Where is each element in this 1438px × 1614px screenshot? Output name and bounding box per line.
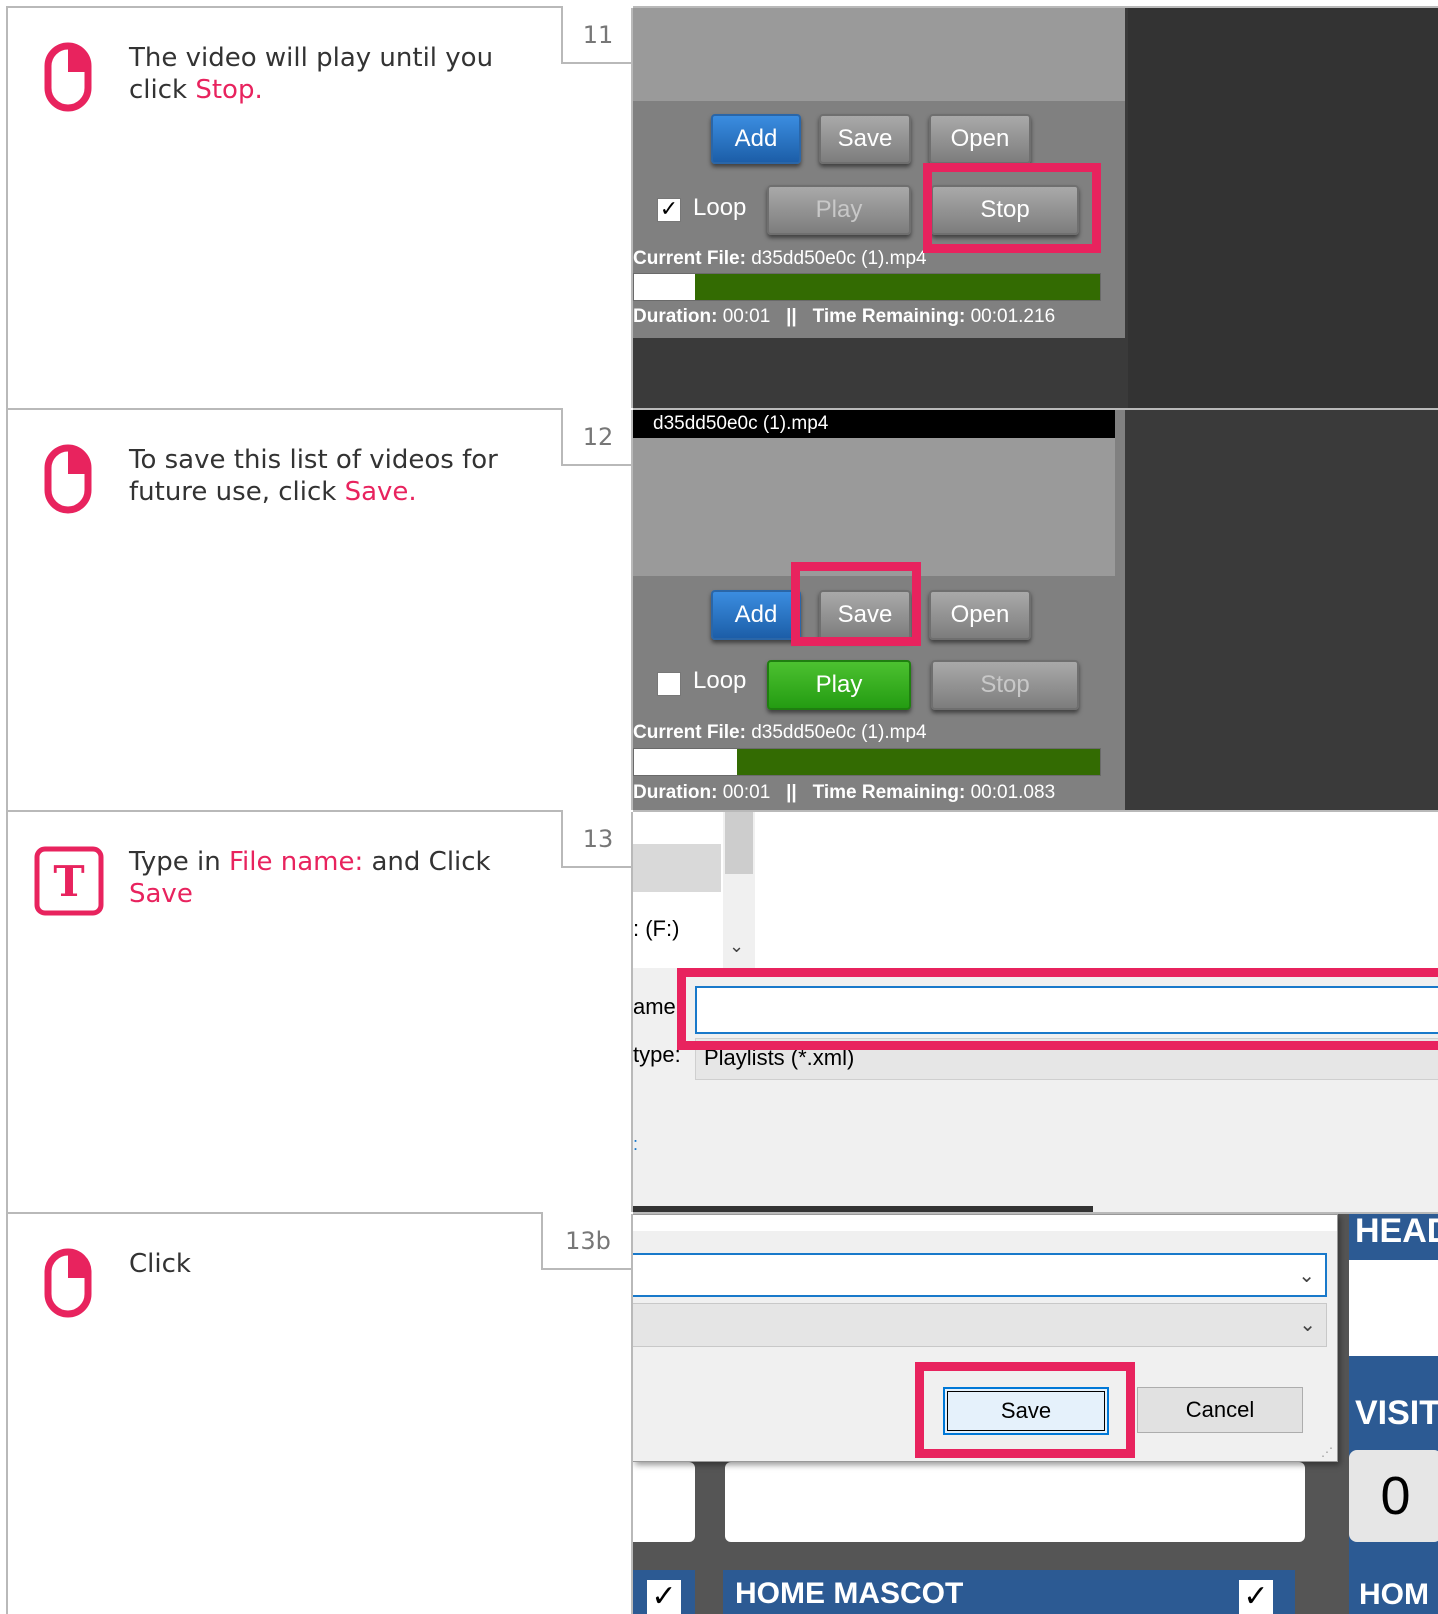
hide-folders-link[interactable]: : bbox=[633, 1134, 638, 1155]
highlight-box bbox=[791, 562, 921, 646]
progress-bar bbox=[633, 748, 1101, 776]
highlight-box bbox=[915, 1362, 1135, 1458]
nav-selected-item[interactable] bbox=[633, 844, 721, 892]
progress-fill bbox=[736, 749, 1100, 775]
step-description: Type in File name: and Click Save bbox=[129, 847, 491, 909]
duration-info: Duration: 00:01 || Time Remaining: 00:01… bbox=[633, 782, 1056, 803]
screenshot-player-panel: Add Save Open ✓ Loop Play Stop Current F… bbox=[631, 8, 1438, 410]
play-button[interactable]: Play bbox=[767, 185, 911, 235]
playlist-item[interactable]: d35dd50e0c (1).mp4 bbox=[633, 410, 1115, 438]
stop-button[interactable]: Stop bbox=[931, 660, 1079, 710]
scoreboard-column: HEAD VISIT 0 HOM bbox=[1349, 1214, 1438, 1614]
dialog-top bbox=[633, 1215, 1337, 1231]
open-button[interactable]: Open bbox=[929, 114, 1031, 164]
heading-fragment: HEAD bbox=[1355, 1214, 1438, 1250]
duration-info: Duration: 00:01 || Time Remaining: 00:01… bbox=[633, 306, 1056, 327]
score-box[interactable]: 0 bbox=[1349, 1450, 1438, 1542]
step-number: 13b bbox=[541, 1212, 633, 1270]
checkbox-icon[interactable]: ✓ bbox=[647, 1580, 681, 1614]
current-file-info: Current File: d35dd50e0c (1).mp4 bbox=[633, 722, 927, 743]
add-button[interactable]: Add bbox=[711, 590, 801, 640]
resize-grip-icon[interactable]: ⋰ bbox=[1321, 1445, 1333, 1459]
play-button[interactable]: Play bbox=[767, 660, 911, 710]
step-instruction: Click 13b bbox=[8, 1212, 633, 1614]
step-instruction: The video will play until you click Stop… bbox=[8, 6, 633, 410]
file-name-label: ame: bbox=[633, 994, 682, 1019]
step-number: 13 bbox=[561, 810, 633, 868]
highlight-box bbox=[923, 163, 1101, 253]
highlighted-term: Stop. bbox=[195, 75, 263, 105]
bg-checkbox-area: ✓ bbox=[633, 1570, 695, 1614]
mouse-icon bbox=[44, 42, 92, 112]
loop-label: Loop bbox=[693, 667, 747, 694]
step-description: The video will play until you click Stop… bbox=[129, 43, 494, 105]
step-instruction: T Type in File name: and Click Save 13 bbox=[8, 810, 633, 1214]
scoreboard-field bbox=[1349, 1260, 1438, 1356]
loop-checkbox[interactable] bbox=[657, 672, 681, 696]
highlighted-term: File name: bbox=[228, 847, 364, 877]
chevron-down-icon[interactable]: ⌄ bbox=[1298, 1263, 1315, 1288]
drive-label[interactable]: : (F:) bbox=[633, 916, 679, 942]
visitor-fragment: VISIT bbox=[1355, 1394, 1438, 1432]
chevron-down-icon[interactable]: ⌄ bbox=[1299, 1312, 1316, 1337]
mouse-icon bbox=[44, 1248, 92, 1318]
step-number: 11 bbox=[561, 6, 633, 64]
type-icon: T bbox=[34, 846, 104, 916]
checkbox-icon[interactable]: ✓ bbox=[1239, 1580, 1273, 1614]
home-mascot-label: HOME MASCOT bbox=[723, 1570, 1295, 1614]
scrollbar-thumb[interactable] bbox=[725, 812, 753, 874]
svg-text:T: T bbox=[53, 857, 84, 906]
step-description: Click bbox=[129, 1249, 191, 1279]
progress-bar bbox=[633, 273, 1101, 301]
step-instruction: To save this list of videos for future u… bbox=[8, 408, 633, 812]
file-type-combobox[interactable]: ⌄ bbox=[633, 1303, 1327, 1347]
step-11: The video will play until you click Stop… bbox=[6, 6, 1438, 410]
progress-fill bbox=[694, 274, 1100, 300]
bg-field-left bbox=[633, 1462, 695, 1542]
step-13b: Click 13b HEAD VISIT 0 HOM ✓ HOME MASCOT… bbox=[6, 1212, 1438, 1614]
step-description: To save this list of videos for future u… bbox=[129, 445, 498, 507]
highlighted-term: Save. bbox=[344, 477, 417, 507]
chevron-down-icon[interactable]: ⌄ bbox=[729, 936, 744, 957]
save-button[interactable]: Save bbox=[819, 114, 911, 164]
step-12: To save this list of videos for future u… bbox=[6, 408, 1438, 812]
add-button[interactable]: Add bbox=[711, 114, 801, 164]
file-name-combobox[interactable]: ⌄ bbox=[633, 1253, 1327, 1297]
loop-label: Loop bbox=[693, 194, 747, 221]
file-type-label: type: bbox=[633, 1042, 681, 1067]
screenshot-save-dialog: ⌄ : (F:) ame: type: Playlists (*.xml) : bbox=[631, 812, 1438, 1214]
bg-field-center bbox=[725, 1462, 1305, 1542]
mouse-icon bbox=[44, 444, 92, 514]
nav-scrollbar[interactable]: ⌄ bbox=[723, 812, 755, 968]
open-button[interactable]: Open bbox=[929, 590, 1031, 640]
playlist-area bbox=[633, 8, 1125, 101]
step-number: 12 bbox=[561, 408, 633, 466]
screenshot-player-panel: d35dd50e0c (1).mp4 Add Save Open Loop Pl… bbox=[631, 410, 1438, 812]
step-13: T Type in File name: and Click Save 13 ⌄… bbox=[6, 810, 1438, 1214]
highlight-box bbox=[677, 968, 1438, 1050]
playlist-area bbox=[633, 438, 1115, 576]
cancel-button[interactable]: Cancel bbox=[1137, 1387, 1303, 1433]
highlighted-term-2: Save bbox=[129, 879, 193, 909]
loop-checkbox[interactable]: ✓ bbox=[657, 198, 681, 222]
screenshot-dialog-buttons: HEAD VISIT 0 HOM ✓ HOME MASCOT ✓ ⌄ ⌄ bbox=[631, 1214, 1438, 1614]
home-fragment: HOM bbox=[1359, 1578, 1429, 1611]
current-file-info: Current File: d35dd50e0c (1).mp4 bbox=[633, 248, 927, 269]
instruction-sheet: The video will play until you click Stop… bbox=[6, 6, 1438, 1614]
